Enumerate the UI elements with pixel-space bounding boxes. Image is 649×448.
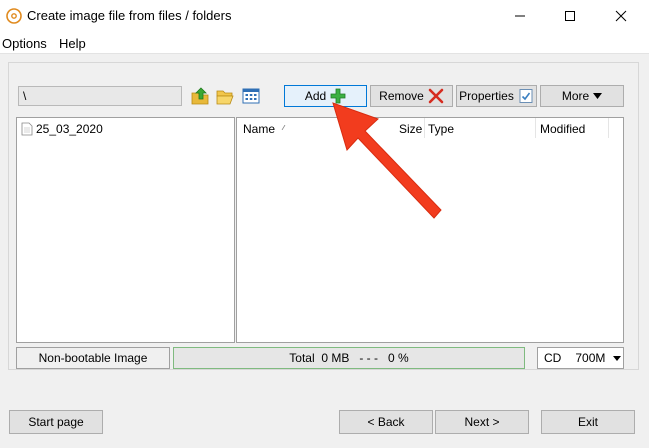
- back-button[interactable]: < Back: [339, 410, 433, 434]
- column-header-name[interactable]: Name: [243, 122, 275, 136]
- media-size-select[interactable]: CD 700M: [537, 347, 624, 369]
- disc-icon: [6, 8, 22, 24]
- view-icon[interactable]: [241, 86, 261, 106]
- file-list[interactable]: Name Size Type Modified: [236, 117, 624, 343]
- menu-help[interactable]: Help: [59, 36, 86, 51]
- column-header-type[interactable]: Type: [428, 122, 454, 136]
- separator-text: - - -: [359, 351, 378, 365]
- column-header-modified[interactable]: Modified: [540, 122, 585, 136]
- total-label: Total: [289, 351, 315, 365]
- triangle-down-icon: [613, 355, 622, 361]
- properties-icon: [519, 89, 533, 103]
- exit-button[interactable]: Exit: [541, 410, 635, 434]
- properties-label: Properties: [459, 89, 514, 103]
- title-bar: Create image file from files / folders: [0, 0, 649, 32]
- percent-value: 0 %: [388, 351, 409, 365]
- minimize-icon: [515, 15, 525, 17]
- menu-options[interactable]: Options: [2, 36, 47, 51]
- open-folder-icon[interactable]: [215, 86, 235, 106]
- properties-button[interactable]: Properties: [456, 85, 537, 107]
- plus-icon: [330, 88, 346, 104]
- column-divider[interactable]: [535, 118, 536, 138]
- sort-indicator-icon: [281, 125, 286, 130]
- menu-bar: Options Help: [0, 32, 649, 54]
- more-label: More: [561, 89, 590, 103]
- tree-item-label: 25_03_2020: [36, 122, 103, 136]
- remove-label: Remove: [379, 89, 424, 103]
- close-button[interactable]: [598, 0, 644, 32]
- file-icon: [21, 122, 33, 136]
- add-button[interactable]: Add: [284, 85, 367, 107]
- list-header: Name Size Type Modified: [237, 118, 623, 138]
- media-capacity: 700M: [575, 351, 606, 365]
- close-icon: [615, 10, 627, 22]
- column-divider[interactable]: [608, 118, 609, 138]
- maximize-icon: [565, 11, 575, 21]
- media-type: CD: [544, 351, 562, 365]
- start-page-button[interactable]: Start page: [9, 410, 103, 434]
- maximize-button[interactable]: [547, 0, 593, 32]
- more-button[interactable]: More: [540, 85, 624, 107]
- tree-item[interactable]: 25_03_2020: [21, 122, 103, 136]
- window-title: Create image file from files / folders: [27, 8, 232, 23]
- folder-up-icon[interactable]: [190, 86, 210, 106]
- next-button[interactable]: Next >: [435, 410, 529, 434]
- folder-tree[interactable]: 25_03_2020: [16, 117, 235, 343]
- column-header-size[interactable]: Size: [399, 122, 422, 136]
- capacity-progress-bar: Total 0 MB - - - 0 %: [173, 347, 525, 369]
- image-type-label: Non-bootable Image: [16, 347, 170, 369]
- remove-x-icon: [428, 88, 444, 104]
- column-divider[interactable]: [424, 118, 425, 138]
- triangle-down-icon: [593, 93, 603, 99]
- path-input[interactable]: \: [18, 86, 182, 106]
- minimize-button[interactable]: [497, 0, 543, 32]
- add-label: Add: [304, 89, 327, 103]
- total-value: 0 MB: [321, 351, 350, 365]
- remove-button[interactable]: Remove: [370, 85, 453, 107]
